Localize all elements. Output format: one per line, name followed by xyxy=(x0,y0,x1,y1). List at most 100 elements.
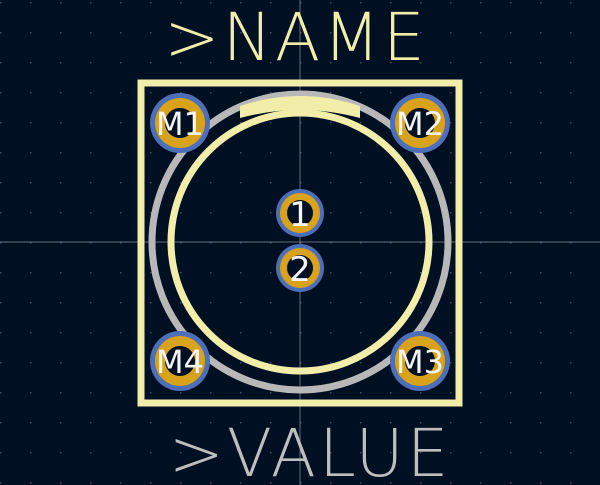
grid-dot xyxy=(390,92,392,94)
grid-dot xyxy=(570,362,572,364)
grid-dot xyxy=(0,212,2,214)
grid-dot xyxy=(0,152,2,154)
grid-dot xyxy=(150,302,152,304)
grid-dot xyxy=(30,92,32,94)
grid-dot xyxy=(450,92,452,94)
grid-dot xyxy=(120,152,122,154)
pad-label: M1 xyxy=(156,105,204,143)
pad-m4[interactable]: M4 xyxy=(150,331,210,391)
grid-dot xyxy=(480,2,482,4)
grid-dot xyxy=(150,422,152,424)
grid-dot xyxy=(90,212,92,214)
grid-dot xyxy=(540,2,542,4)
grid-dot xyxy=(60,212,62,214)
grid-dot xyxy=(330,92,332,94)
grid-dot xyxy=(270,122,272,124)
grid-dot xyxy=(60,152,62,154)
pad-m1[interactable]: M1 xyxy=(150,93,210,153)
grid-dot xyxy=(90,362,92,364)
grid-dot xyxy=(480,212,482,214)
grid-dot xyxy=(540,32,542,34)
grid-dot xyxy=(150,452,152,454)
pad-label: 2 xyxy=(289,250,311,290)
grid-dot xyxy=(330,182,332,184)
grid-dot xyxy=(570,62,572,64)
grid-dot xyxy=(330,122,332,124)
grid-dot xyxy=(60,92,62,94)
grid-dot xyxy=(210,182,212,184)
grid-dot xyxy=(420,272,422,274)
grid-dot xyxy=(450,2,452,4)
grid-dot xyxy=(270,392,272,394)
grid-dot xyxy=(510,182,512,184)
grid-dot xyxy=(240,212,242,214)
grid-dot xyxy=(540,302,542,304)
grid-dot xyxy=(480,122,482,124)
grid-dot xyxy=(360,92,362,94)
grid-dot xyxy=(180,212,182,214)
grid-dot xyxy=(480,32,482,34)
grid-dot xyxy=(510,62,512,64)
grid-dot xyxy=(570,122,572,124)
grid-dot xyxy=(480,62,482,64)
grid-dot xyxy=(90,422,92,424)
pad-m3[interactable]: M3 xyxy=(390,331,450,391)
grid-dot xyxy=(150,32,152,34)
grid-dot xyxy=(330,392,332,394)
grid-dot xyxy=(570,92,572,94)
grid-dot xyxy=(240,152,242,154)
pad-m2[interactable]: M2 xyxy=(390,93,450,153)
grid-dot xyxy=(360,152,362,154)
grid-dot xyxy=(210,302,212,304)
grid-dot xyxy=(120,2,122,4)
grid-dot xyxy=(60,32,62,34)
grid-dot xyxy=(510,122,512,124)
grid-dot xyxy=(0,482,2,484)
grid-dot xyxy=(450,362,452,364)
pad-2[interactable]: 2 xyxy=(276,244,324,292)
grid-dot xyxy=(180,392,182,394)
grid-dot xyxy=(30,302,32,304)
grid-dot xyxy=(150,62,152,64)
grid-dot xyxy=(90,2,92,4)
grid-dot xyxy=(120,122,122,124)
grid-dot xyxy=(120,302,122,304)
grid-dot xyxy=(570,272,572,274)
grid-dot xyxy=(510,212,512,214)
grid-dot xyxy=(420,302,422,304)
grid-dot xyxy=(60,482,62,484)
grid-dot xyxy=(60,452,62,454)
grid-dot xyxy=(150,2,152,4)
grid-dot xyxy=(90,182,92,184)
grid-dot xyxy=(570,152,572,154)
grid-dot xyxy=(210,212,212,214)
grid-dot xyxy=(360,332,362,334)
grid-dot xyxy=(330,152,332,154)
grid-dot xyxy=(570,452,572,454)
grid-dot xyxy=(270,212,272,214)
grid-dot xyxy=(510,152,512,154)
grid-dot xyxy=(570,302,572,304)
grid-dot xyxy=(510,272,512,274)
grid-dot xyxy=(120,392,122,394)
grid-dot xyxy=(30,152,32,154)
grid-dot xyxy=(150,272,152,274)
grid-dot xyxy=(0,182,2,184)
grid-dot xyxy=(210,272,212,274)
grid-dot xyxy=(60,272,62,274)
pad-1[interactable]: 1 xyxy=(276,189,324,237)
grid-dot xyxy=(480,152,482,154)
grid-dot xyxy=(450,62,452,64)
grid-dot xyxy=(510,362,512,364)
grid-dot xyxy=(60,392,62,394)
grid-dot xyxy=(60,362,62,364)
grid-dot xyxy=(150,152,152,154)
grid-dot xyxy=(180,272,182,274)
grid-dot xyxy=(360,122,362,124)
grid-dot xyxy=(270,182,272,184)
grid-dot xyxy=(120,362,122,364)
grid-dot xyxy=(30,272,32,274)
grid-dot xyxy=(270,152,272,154)
grid-dot xyxy=(480,92,482,94)
grid-dot xyxy=(120,212,122,214)
